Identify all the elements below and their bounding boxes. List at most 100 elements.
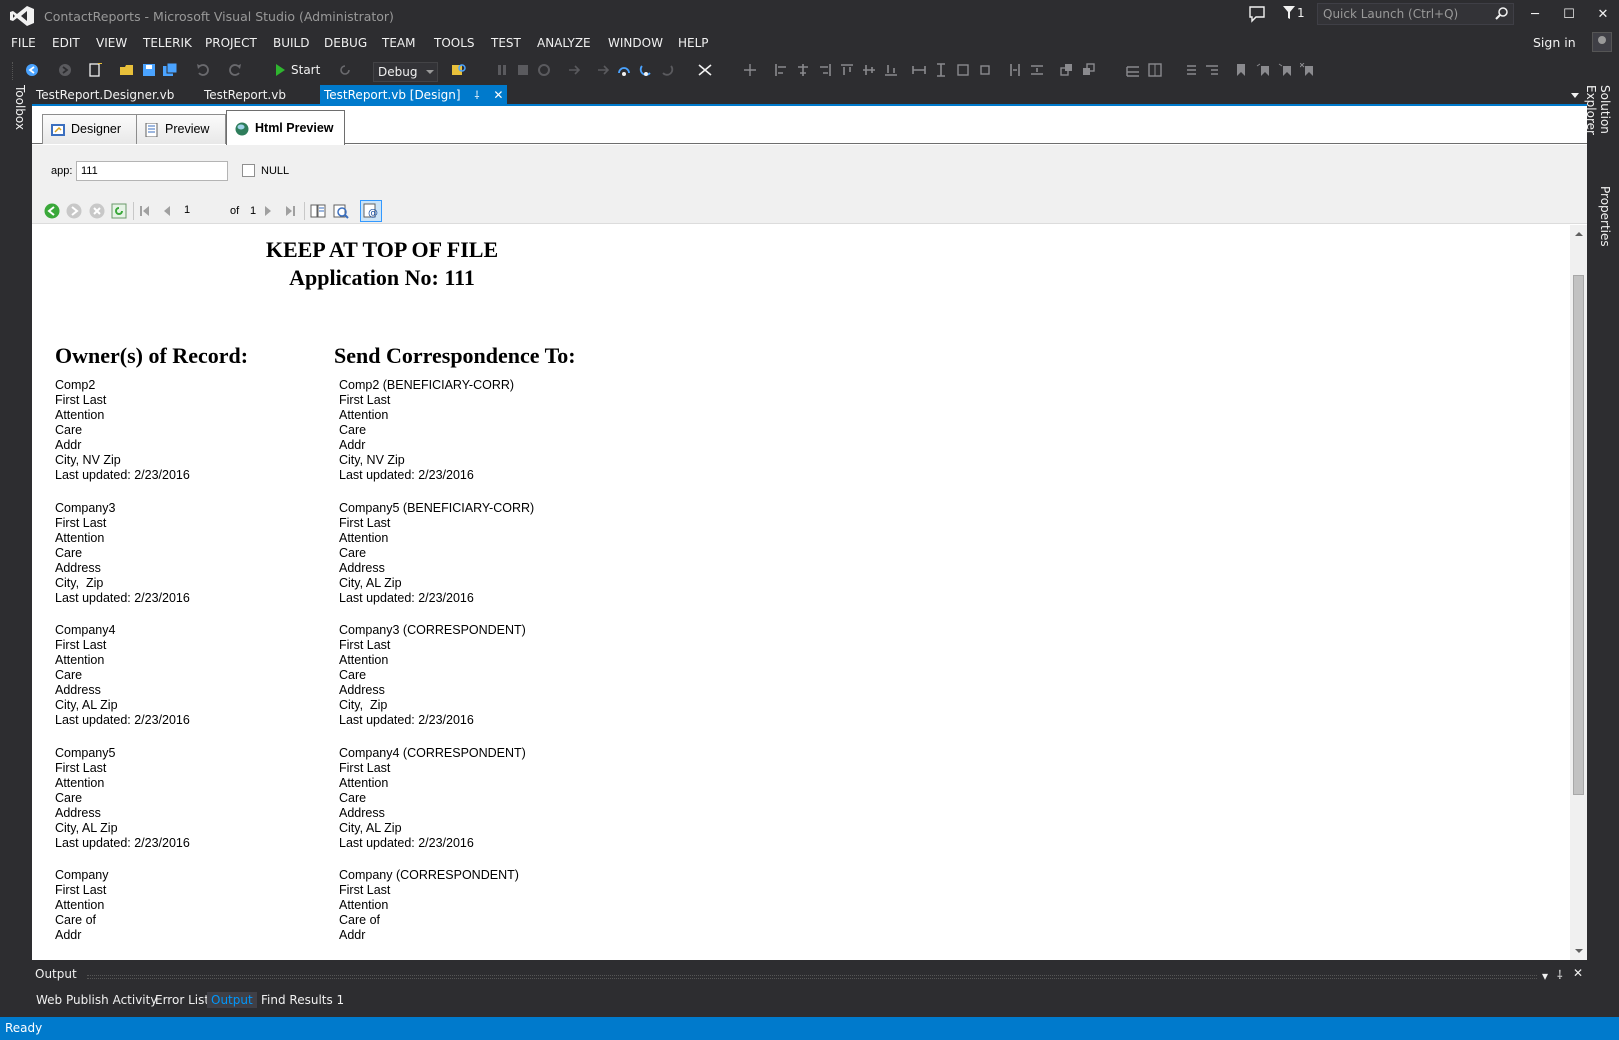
back-icon[interactable] (44, 203, 60, 219)
account-avatar-icon[interactable] (1592, 32, 1612, 52)
minimize-button[interactable]: ─ (1520, 4, 1550, 26)
restart-icon[interactable] (537, 63, 551, 77)
scrollbar-thumb[interactable] (1573, 275, 1584, 795)
navigate-back-icon[interactable] (25, 63, 39, 77)
vertical-spacing-icon[interactable] (1030, 63, 1044, 77)
notifications-button[interactable]: 1 (1283, 6, 1305, 20)
bring-to-front-icon[interactable] (1060, 63, 1074, 77)
format-table-icon[interactable] (1126, 63, 1140, 77)
align-centers-icon[interactable] (796, 63, 810, 77)
first-page-icon[interactable] (137, 203, 153, 219)
print-preview-icon[interactable] (333, 203, 349, 219)
pause-icon[interactable] (495, 63, 509, 77)
align-middles-icon[interactable] (862, 63, 876, 77)
hex-display-icon[interactable] (698, 63, 712, 77)
doc-tab-testreport-design[interactable]: TestReport.vb [Design] ⸸ ✕ (320, 85, 508, 105)
increase-indent-icon[interactable] (1205, 63, 1219, 77)
toggle-bookmark-icon[interactable] (1234, 63, 1248, 77)
menu-telerik[interactable]: TELERIK (143, 36, 192, 50)
find-in-files-icon[interactable] (452, 63, 466, 77)
solution-configuration-select[interactable]: Debug (373, 62, 438, 82)
tab-output[interactable]: Output (207, 992, 257, 1008)
tab-preview[interactable]: Preview (136, 114, 226, 144)
solution-explorer-tab[interactable]: Solution Explorer (1584, 85, 1612, 180)
start-debugging-button[interactable]: Start (276, 63, 320, 77)
null-checkbox[interactable] (242, 164, 255, 177)
menu-test[interactable]: TEST (491, 36, 521, 50)
save-all-icon[interactable] (163, 63, 177, 77)
size-to-grid-icon[interactable] (978, 63, 992, 77)
tab-html-preview[interactable]: Html Preview (226, 110, 345, 145)
stop-icon[interactable] (516, 63, 530, 77)
close-window-button[interactable]: ✕ (1588, 4, 1618, 26)
report-vertical-scrollbar[interactable] (1570, 225, 1587, 960)
close-tab-icon[interactable]: ✕ (493, 88, 503, 102)
stop-rendering-icon[interactable] (89, 203, 105, 219)
menu-view[interactable]: VIEW (96, 36, 127, 50)
toolbar-grip[interactable] (12, 62, 15, 80)
menu-window[interactable]: WINDOW (608, 36, 663, 50)
scroll-down-icon[interactable] (1575, 949, 1583, 953)
panel-grip[interactable] (87, 975, 1537, 979)
panel-menu-dropdown-icon[interactable]: ▾ (1542, 969, 1548, 983)
refresh-report-icon[interactable] (111, 203, 127, 219)
menu-build[interactable]: BUILD (273, 36, 309, 50)
next-bookmark-icon[interactable] (1278, 63, 1292, 77)
make-same-size-icon[interactable] (956, 63, 970, 77)
step-out-icon[interactable] (639, 63, 653, 77)
doc-tab-testreport-designer[interactable]: TestReport.Designer.vb (32, 85, 178, 105)
tab-error-list[interactable]: Error List (151, 992, 213, 1008)
make-same-width-icon[interactable] (912, 63, 926, 77)
menu-debug[interactable]: DEBUG (324, 36, 367, 50)
step-into-icon[interactable] (596, 63, 610, 77)
previous-page-icon[interactable] (159, 203, 175, 219)
scroll-up-icon[interactable] (1575, 232, 1583, 236)
last-page-icon[interactable] (282, 203, 298, 219)
tab-find-results-1[interactable]: Find Results 1 (257, 992, 348, 1008)
tab-overflow-dropdown-icon[interactable] (1571, 93, 1579, 98)
feedback-icon[interactable] (1248, 5, 1266, 23)
send-to-back-icon[interactable] (1082, 63, 1096, 77)
align-lefts-icon[interactable] (774, 63, 788, 77)
menu-analyze[interactable]: ANALYZE (537, 36, 591, 50)
forward-icon[interactable] (66, 203, 82, 219)
next-page-icon[interactable] (260, 203, 276, 219)
menu-help[interactable]: HELP (678, 36, 709, 50)
doc-tab-testreport[interactable]: TestReport.vb (200, 85, 290, 105)
quick-launch-input[interactable]: Quick Launch (Ctrl+Q) (1317, 3, 1514, 25)
document-map-icon[interactable] (310, 203, 326, 219)
previous-bookmark-icon[interactable] (1256, 63, 1270, 77)
tab-web-publish-activity[interactable]: Web Publish Activity (32, 992, 161, 1008)
pin-tab-icon[interactable]: ⸸ (474, 89, 479, 102)
step-over-icon[interactable] (617, 63, 631, 77)
show-next-statement-icon[interactable] (567, 63, 581, 77)
decrease-indent-icon[interactable] (1183, 63, 1197, 77)
navigate-forward-icon[interactable] (58, 63, 72, 77)
clear-bookmarks-icon[interactable] (1300, 63, 1314, 77)
align-bottoms-icon[interactable] (884, 63, 898, 77)
make-same-height-icon[interactable] (934, 63, 948, 77)
menu-file[interactable]: FILE (11, 36, 36, 50)
maximize-button[interactable]: ☐ (1554, 4, 1584, 26)
toolbox-tab[interactable]: Toolbox (9, 85, 27, 135)
menu-edit[interactable]: EDIT (52, 36, 80, 50)
align-to-grid-icon[interactable] (743, 63, 757, 77)
refresh-icon[interactable] (338, 63, 352, 77)
close-panel-icon[interactable]: ✕ (1573, 966, 1583, 980)
menu-project[interactable]: PROJECT (205, 36, 257, 50)
step-back-icon[interactable] (660, 63, 674, 77)
table-borders-icon[interactable] (1148, 63, 1162, 77)
auto-hide-pin-icon[interactable]: ⸸ (1557, 966, 1563, 983)
menu-tools[interactable]: TOOLS (434, 36, 475, 50)
current-page-input[interactable]: 1 (180, 202, 220, 220)
redo-icon[interactable] (228, 63, 242, 77)
export-button-active[interactable]: @ (360, 200, 382, 222)
align-tops-icon[interactable] (840, 63, 854, 77)
save-icon[interactable] (142, 63, 156, 77)
open-file-icon[interactable] (120, 63, 134, 77)
menu-team[interactable]: TEAM (382, 36, 415, 50)
horizontal-spacing-icon[interactable] (1008, 63, 1022, 77)
tab-designer[interactable]: Designer (42, 114, 138, 144)
align-rights-icon[interactable] (818, 63, 832, 77)
app-parameter-input[interactable]: 111 (76, 161, 228, 181)
